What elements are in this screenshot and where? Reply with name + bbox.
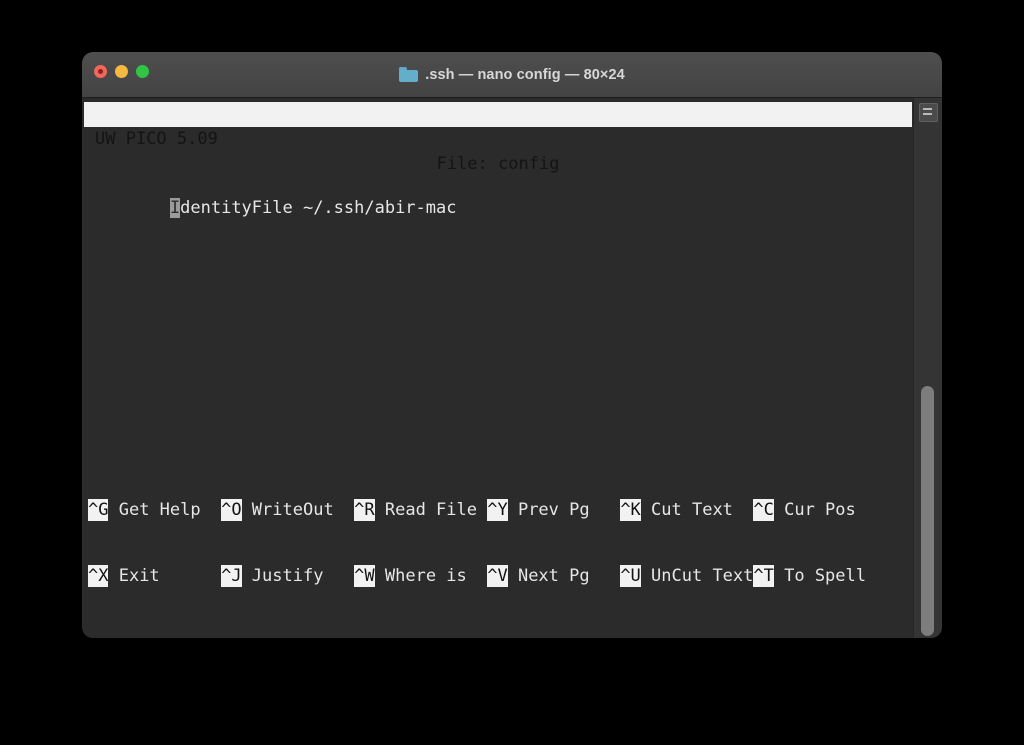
- editor-status-bar: UW PICO 5.09 File: config: [84, 102, 912, 174]
- shortcut-label[interactable]: Exit: [108, 565, 221, 587]
- shortcut-key-ctrl-g[interactable]: ^G: [88, 499, 109, 521]
- shortcut-label[interactable]: Cut Text: [641, 499, 754, 521]
- shortcut-label[interactable]: WriteOut: [242, 499, 355, 521]
- shortcut-key-ctrl-x[interactable]: ^X: [88, 565, 109, 587]
- title-bar[interactable]: .ssh — nano config — 80×24: [82, 52, 942, 98]
- shortcut-label[interactable]: Cur Pos: [774, 499, 856, 521]
- scrollbar-thumb[interactable]: [921, 386, 934, 636]
- shortcut-label[interactable]: Prev Pg: [508, 499, 621, 521]
- folder-icon: [399, 67, 419, 82]
- shortcut-label[interactable]: Get Help: [108, 499, 221, 521]
- shortcut-label[interactable]: To Spell: [774, 565, 866, 587]
- shortcut-label[interactable]: UnCut Text: [641, 565, 753, 587]
- shortcut-key-ctrl-y[interactable]: ^Y: [487, 499, 508, 521]
- terminal-window[interactable]: .ssh — nano config — 80×24 UW PICO 5.09 …: [82, 52, 942, 638]
- shortcut-key-ctrl-t[interactable]: ^T: [753, 565, 774, 587]
- shortcut-label[interactable]: Read File: [375, 499, 488, 521]
- editor-line[interactable]: IdentityFile ~/.ssh/abir-mac: [88, 175, 912, 218]
- shortcut-key-ctrl-r[interactable]: ^R: [354, 499, 375, 521]
- shortcut-label[interactable]: Where is: [375, 565, 488, 587]
- shortcut-row-1: ^G Get Help ^O WriteOut ^R Read File ^Y …: [88, 499, 912, 521]
- shortcut-key-ctrl-w[interactable]: ^W: [354, 565, 375, 587]
- shortcut-key-ctrl-c[interactable]: ^C: [753, 499, 774, 521]
- scroll-marker-icon[interactable]: [919, 103, 938, 122]
- shortcut-key-ctrl-k[interactable]: ^K: [620, 499, 641, 521]
- terminal-body[interactable]: UW PICO 5.09 File: config IdentityFile ~…: [82, 98, 942, 638]
- window-title: .ssh — nano config — 80×24: [425, 66, 625, 83]
- editor-shortcut-bar: ^G Get Help ^O WriteOut ^R Read File ^Y …: [88, 455, 912, 631]
- shortcut-label[interactable]: Next Pg: [508, 565, 621, 587]
- shortcut-label[interactable]: Justify: [242, 565, 355, 587]
- shortcut-row-2: ^X Exit ^J Justify ^W Where is ^V Next P…: [88, 565, 912, 587]
- text-cursor: I: [169, 198, 181, 218]
- editor-line-text: dentityFile ~/.ssh/abir-mac: [180, 198, 457, 218]
- shortcut-key-ctrl-u[interactable]: ^U: [620, 565, 641, 587]
- shortcut-key-ctrl-o[interactable]: ^O: [221, 499, 242, 521]
- title-bar-center: .ssh — nano config — 80×24: [82, 52, 942, 97]
- shortcut-key-ctrl-j[interactable]: ^J: [221, 565, 242, 587]
- scrollbar-track[interactable]: [913, 98, 942, 638]
- shortcut-key-ctrl-v[interactable]: ^V: [487, 565, 508, 587]
